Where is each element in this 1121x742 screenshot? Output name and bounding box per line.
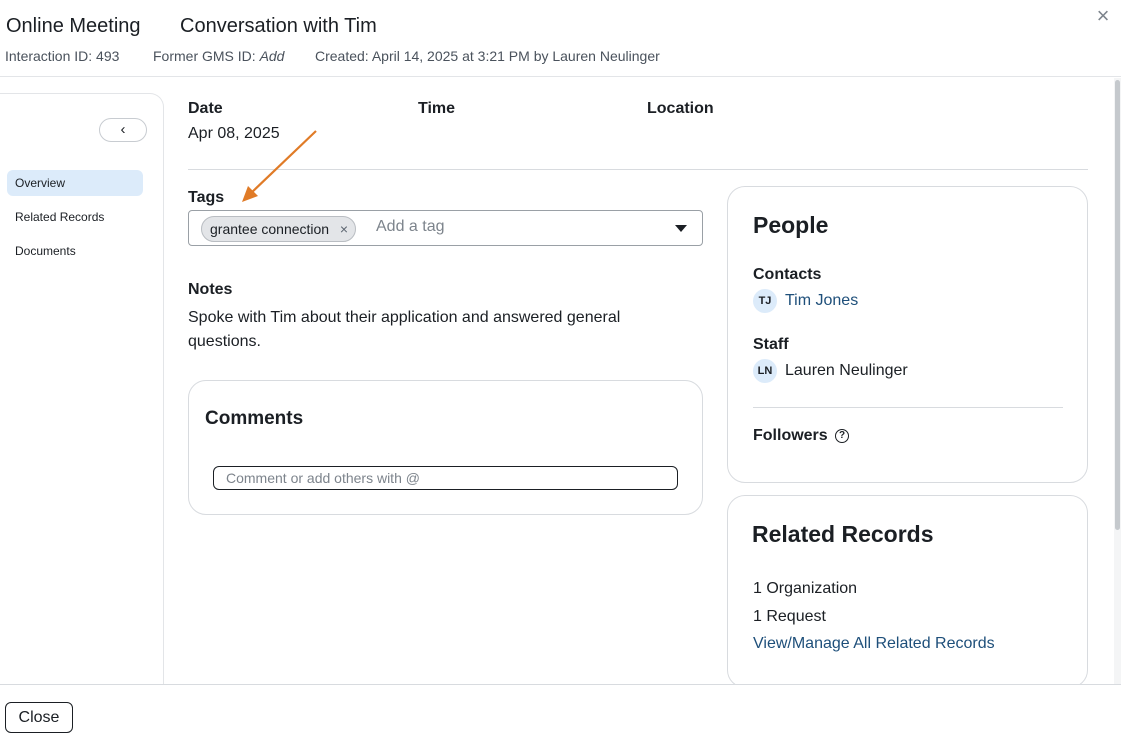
scrollbar[interactable] bbox=[1114, 78, 1121, 684]
close-button[interactable]: Close bbox=[5, 702, 73, 733]
help-icon[interactable]: ? bbox=[835, 429, 849, 443]
comments-title: Comments bbox=[205, 408, 304, 429]
avatar: TJ bbox=[753, 289, 777, 313]
sidebar-item-documents[interactable]: Documents bbox=[7, 238, 143, 264]
collapse-sidebar-button[interactable]: ‹ bbox=[99, 118, 147, 142]
dialog-footer: Close bbox=[0, 684, 1121, 742]
former-gms-label: Former GMS ID: bbox=[153, 48, 256, 64]
staff-label: Staff bbox=[753, 336, 789, 353]
tag-chip-label: grantee connection bbox=[210, 221, 330, 237]
close-icon[interactable]: × bbox=[1093, 5, 1113, 27]
interaction-type: Online Meeting bbox=[6, 15, 141, 37]
date-value: Apr 08, 2025 bbox=[188, 125, 280, 142]
remove-tag-icon[interactable]: × bbox=[340, 217, 348, 241]
scrollbar-thumb[interactable] bbox=[1115, 80, 1120, 530]
dialog-title: Conversation with Tim bbox=[180, 15, 377, 37]
sidebar-item-related-records[interactable]: Related Records bbox=[7, 204, 143, 230]
former-gms-id: Former GMS ID: Add bbox=[153, 48, 284, 64]
manage-related-records-link[interactable]: View/Manage All Related Records bbox=[753, 635, 995, 653]
chevron-left-icon: ‹ bbox=[120, 121, 126, 138]
tags-field[interactable]: grantee connection × Add a tag bbox=[188, 210, 703, 246]
avatar: LN bbox=[753, 359, 777, 383]
people-title: People bbox=[753, 212, 829, 238]
interaction-id: Interaction ID: 493 bbox=[5, 48, 120, 64]
time-label: Time bbox=[418, 100, 456, 117]
people-divider bbox=[753, 407, 1063, 408]
staff-name: Lauren Neulinger bbox=[785, 362, 908, 379]
dialog-header: Online Meeting Conversation with Tim Int… bbox=[0, 0, 1121, 77]
notes-text: Spoke with Tim about their application a… bbox=[188, 309, 621, 350]
location-label: Location bbox=[647, 100, 714, 117]
comments-card bbox=[188, 380, 703, 515]
tag-input[interactable]: Add a tag bbox=[376, 218, 445, 236]
tag-chip: grantee connection × bbox=[201, 216, 357, 242]
related-organizations: 1 Organization bbox=[753, 580, 858, 597]
related-requests: 1 Request bbox=[753, 608, 826, 625]
sidebar-item-overview[interactable]: Overview bbox=[7, 170, 143, 196]
details-divider bbox=[188, 169, 1088, 170]
former-gms-add-link[interactable]: Add bbox=[260, 48, 285, 64]
created-info: Created: April 14, 2025 at 3:21 PM by La… bbox=[315, 48, 660, 64]
notes-label: Notes bbox=[188, 281, 233, 298]
tags-label: Tags bbox=[188, 189, 225, 206]
contacts-label: Contacts bbox=[753, 266, 822, 283]
caret-down-icon[interactable] bbox=[675, 225, 687, 232]
followers-label: Followers bbox=[753, 427, 828, 444]
date-label: Date bbox=[188, 100, 223, 117]
related-records-title: Related Records bbox=[752, 521, 934, 547]
comment-input[interactable]: Comment or add others with @ bbox=[213, 466, 678, 490]
contact-link[interactable]: Tim Jones bbox=[785, 292, 858, 310]
